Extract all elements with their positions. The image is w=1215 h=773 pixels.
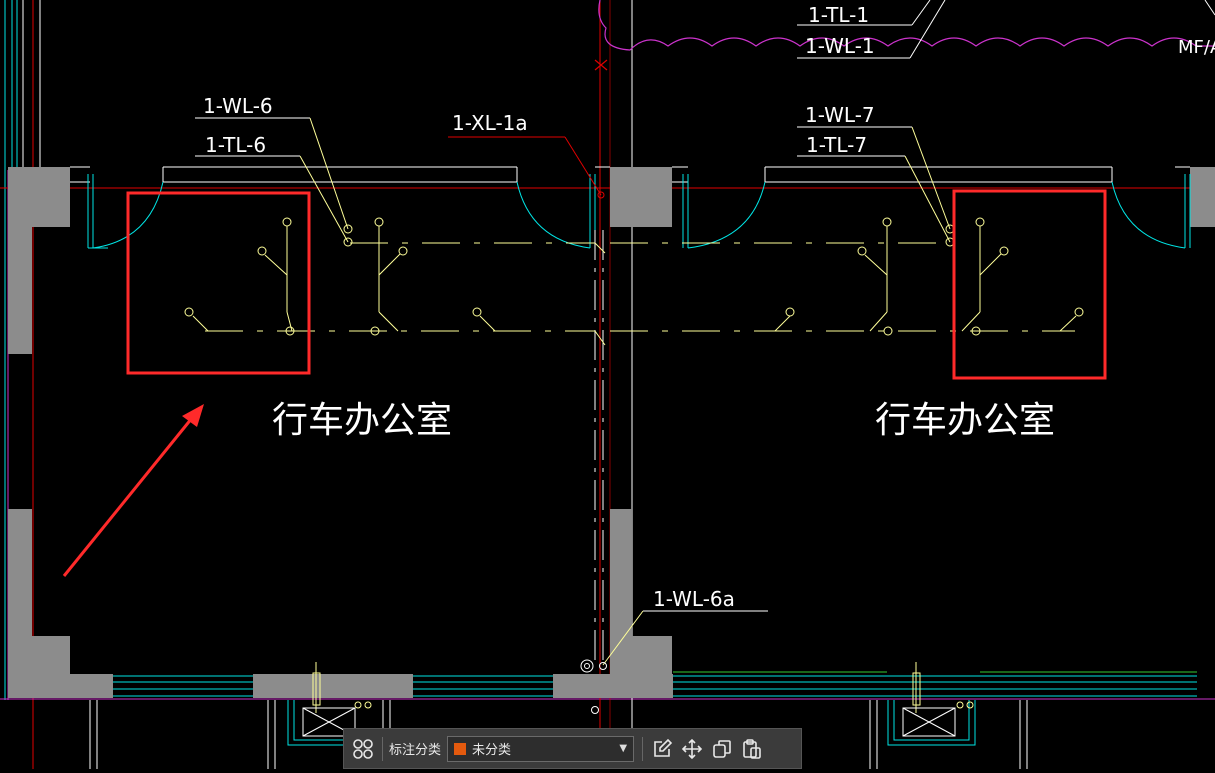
label-1-wl-7: 1-WL-7 — [805, 103, 875, 127]
room-name-left: 行车办公室 — [272, 400, 452, 441]
fixtures-left — [184, 217, 482, 336]
edit-icon[interactable] — [647, 734, 677, 764]
red-cross-marker — [594, 59, 608, 71]
cad-canvas[interactable]: 1-TL-1 1-WL-1 MF/A — [0, 0, 1215, 769]
annotation-arrow — [62, 404, 204, 577]
category-value: 未分类 — [472, 743, 512, 758]
paste-icon[interactable] — [737, 734, 767, 764]
corridor-lines — [594, 230, 604, 665]
drawing-svg[interactable]: 1-TL-1 1-WL-1 MF/A — [0, 0, 1215, 769]
chevron-down-icon: ▼ — [619, 743, 628, 754]
copy-icon[interactable] — [707, 734, 737, 764]
label-1-wl-1: 1-WL-1 — [805, 34, 875, 58]
label-1-tl-6: 1-TL-6 — [205, 133, 266, 157]
annotation-toolbar: 标注分类 未分类 ▼ — [343, 728, 802, 769]
toolbar-separator — [642, 736, 644, 761]
wiring-left — [192, 226, 606, 346]
category-select[interactable]: 未分类 ▼ — [447, 735, 635, 762]
outer-boundaries — [0, 0, 1215, 769]
label-1-xl-1a: 1-XL-1a — [452, 111, 528, 135]
wiring-right — [610, 226, 1077, 332]
label-1-wl-6a: 1-WL-6a — [653, 587, 735, 611]
bottom-yellow-sockets — [354, 701, 974, 709]
toolbar-separator — [382, 736, 383, 761]
fixtures-right — [785, 217, 1084, 336]
move-icon[interactable] — [677, 734, 707, 764]
label-1-tl-7: 1-TL-7 — [806, 133, 867, 157]
label-1-tl-1: 1-TL-1 — [808, 3, 869, 27]
highlight-box-left — [126, 191, 311, 375]
room-name-right: 行车办公室 — [875, 400, 1055, 441]
category-color-swatch — [454, 742, 467, 755]
label-mf: MF/A — [1178, 37, 1215, 58]
grid-icon[interactable] — [348, 734, 378, 764]
category-label: 标注分类 — [389, 743, 442, 758]
label-1-wl-6: 1-WL-6 — [203, 94, 273, 118]
